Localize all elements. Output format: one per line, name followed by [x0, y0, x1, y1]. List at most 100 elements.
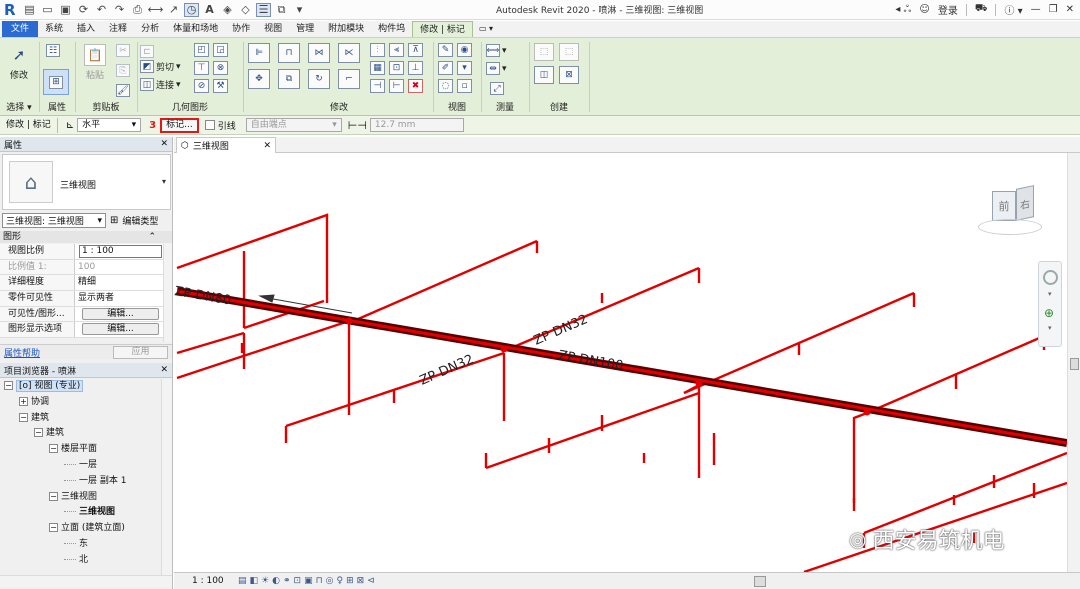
instance-selector[interactable]: 三维视图: 三维视图 ▾	[2, 213, 106, 228]
browser-node[interactable]: + 协调	[0, 395, 160, 411]
leader-checkbox[interactable]	[204, 120, 215, 130]
browser-node[interactable]: − 立面 (建筑立面)	[0, 521, 160, 537]
offset-icon[interactable]: ⊓	[278, 43, 300, 63]
hammer-icon[interactable]: ⚒	[213, 79, 228, 93]
browser-node[interactable]: 三维视图	[0, 505, 160, 521]
aligned-dimension-button[interactable]: ⇹ ▾	[486, 62, 507, 75]
leader-type-select[interactable]: 自由端点 ▾	[245, 118, 342, 132]
split-face-icon[interactable]: ◰	[194, 43, 209, 57]
viewcube-compass[interactable]	[978, 219, 1042, 235]
browser-node[interactable]: − [o] 视图 (专业)	[0, 379, 160, 395]
pipe-tag-dn80[interactable]: ZP DN80	[174, 284, 232, 308]
reveal-icon[interactable]: ◌	[438, 79, 453, 93]
tag-button[interactable]: 标记...	[160, 117, 199, 133]
paste-button[interactable]: 📋 粘贴	[80, 42, 110, 92]
highlight-icon[interactable]: ⊲	[367, 576, 375, 586]
type-properties-button[interactable]: ⊞	[43, 69, 69, 95]
scale-icon[interactable]: ⊡	[389, 61, 404, 75]
user-icon[interactable]: ☺	[919, 4, 929, 15]
tag-by-category-icon[interactable]: ◷	[184, 2, 199, 17]
pipe-tag-dn32-upper[interactable]: ZP DN32	[532, 312, 590, 349]
pipe-tag-dn100[interactable]: ZP DN100	[557, 348, 624, 374]
sun-path-icon[interactable]: ☀	[261, 576, 269, 586]
extend-icon[interactable]: ⊢	[389, 79, 404, 93]
lock-3d-icon[interactable]: ⊓	[316, 576, 323, 586]
3d-view-icon[interactable]: ◈	[220, 3, 235, 17]
remove-paint-icon[interactable]: ⊘	[194, 79, 209, 93]
text-icon[interactable]: A	[202, 3, 217, 17]
dimension-button[interactable]: ⤢	[490, 82, 504, 95]
split-gap-icon[interactable]: ⫷	[389, 43, 404, 57]
collapse-icon[interactable]: −	[4, 381, 13, 390]
graphic-display-edit-button[interactable]: 编辑...	[82, 323, 159, 336]
shadows-icon[interactable]: ◐	[272, 576, 280, 586]
tab-manage[interactable]: 管理	[289, 21, 321, 37]
mirror-axis-icon[interactable]: ⋈	[308, 43, 330, 63]
view-dropdown-icon[interactable]: ▾	[457, 61, 472, 75]
undo-icon[interactable]: ↶	[94, 3, 109, 17]
hide-element-icon[interactable]: ◉	[457, 43, 472, 57]
revit-logo[interactable]: R	[4, 2, 18, 18]
linework-icon[interactable]: ✐	[438, 61, 453, 75]
rotate-icon[interactable]: ↻	[308, 69, 330, 89]
demolish-icon[interactable]: ⊗	[213, 61, 228, 75]
properties-help-link[interactable]: 属性帮助	[4, 346, 40, 359]
properties-button[interactable]: ☷	[46, 44, 60, 57]
browser-node[interactable]: 北	[0, 553, 160, 569]
browser-node[interactable]: 一层 副本 1	[0, 474, 160, 490]
join-button[interactable]: ◫ 连接 ▾	[140, 78, 181, 91]
apply-button[interactable]: 应用	[113, 345, 168, 359]
help-icon[interactable]: ⓘ ▾	[1004, 2, 1022, 17]
wall-joins-icon[interactable]: ⊤	[194, 61, 209, 75]
collapse-icon[interactable]: −	[34, 428, 43, 438]
browser-node[interactable]: − 建筑	[0, 426, 160, 442]
match-properties-button[interactable]: 🖌	[116, 84, 130, 97]
collapse-icon[interactable]: −	[49, 444, 58, 454]
browser-node[interactable]: − 楼层平面	[0, 442, 160, 458]
dimension-icon[interactable]: ↗	[166, 3, 181, 17]
pin-icon[interactable]: ⊥	[408, 61, 423, 75]
override-graphics-icon[interactable]: ✎	[438, 43, 453, 57]
close-icon[interactable]: ✕	[160, 139, 168, 149]
orientation-select[interactable]: 水平 ▾	[77, 118, 142, 132]
trim-extend-icon[interactable]: ⊣	[370, 79, 385, 93]
view-scale-label[interactable]: 1 : 100	[174, 576, 238, 586]
viewcube-front-face[interactable]: 前	[992, 191, 1016, 221]
create-assembly-icon[interactable]: ⬚	[534, 43, 554, 61]
view-tab-3d[interactable]: ⬡ 三维视图 ✕	[176, 137, 276, 153]
status-scrollbar[interactable]	[754, 576, 766, 587]
mirror-draw-icon[interactable]: ⋉	[338, 43, 360, 63]
browser-node[interactable]: − 三维视图	[0, 490, 160, 506]
cope-button[interactable]: ⊏	[140, 45, 154, 58]
section-icon[interactable]: ◇	[238, 3, 253, 17]
tab-analyze[interactable]: 分析	[134, 21, 166, 37]
cut-small-button[interactable]: ✂	[116, 44, 130, 57]
worksharing-icon[interactable]: ⊞	[346, 576, 354, 586]
reveal-hidden-icon[interactable]: ♀	[336, 576, 343, 586]
browser-node[interactable]: − 建筑	[0, 411, 160, 427]
modify-button[interactable]: ➚ 修改	[4, 42, 34, 92]
properties-scrollbar[interactable]	[163, 244, 172, 342]
visibility-edit-button[interactable]: 编辑...	[82, 307, 159, 320]
leader-length-input[interactable]: 12.7 mm	[369, 118, 464, 132]
browser-scrollbar[interactable]	[161, 379, 172, 575]
create-similar-icon[interactable]: ⊠	[559, 66, 579, 84]
create-parts-icon[interactable]: ⬚	[559, 43, 579, 61]
tab-annotate[interactable]: 注释	[102, 21, 134, 37]
array-icon[interactable]: ▦	[370, 61, 385, 75]
browser-node[interactable]: 一层	[0, 458, 160, 474]
property-group-graphics[interactable]: 图形 ⌃	[0, 231, 172, 243]
pipe-tag-dn32-lower[interactable]: ZP DN32	[418, 352, 476, 389]
steering-wheel-icon[interactable]	[1043, 270, 1058, 285]
scrollbar-thumb[interactable]	[1070, 358, 1079, 370]
open-icon[interactable]: ▭	[40, 3, 55, 17]
nav-dropdown-icon[interactable]: ▾	[1048, 324, 1052, 332]
edit-type-button[interactable]: 编辑类型	[122, 214, 158, 227]
redo-icon[interactable]: ↷	[112, 3, 127, 17]
close-hidden-icon[interactable]: ⧉	[274, 3, 289, 17]
crop-view-icon[interactable]: ⊡	[294, 576, 302, 586]
type-selector[interactable]: ⌂ 三维视图 ▾	[2, 154, 171, 210]
copy-element-icon[interactable]: ⧉	[278, 69, 300, 89]
collapse-icon[interactable]: −	[49, 491, 58, 501]
close-icon[interactable]: ✕	[1066, 4, 1074, 15]
